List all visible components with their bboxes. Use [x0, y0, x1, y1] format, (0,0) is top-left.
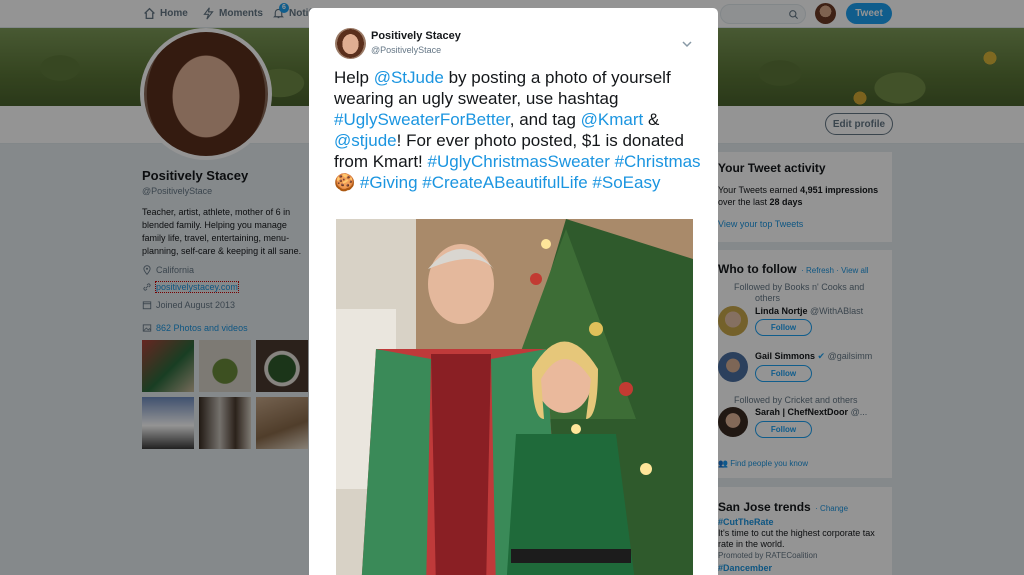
- tweet-photo[interactable]: [336, 219, 693, 575]
- tweet-author-name[interactable]: Positively Stacey: [371, 30, 461, 42]
- hashtag-link[interactable]: #UglySweaterForBetter: [334, 110, 510, 129]
- mention-link[interactable]: @StJude: [374, 68, 444, 87]
- tweet-author-handle[interactable]: @PositivelyStace: [371, 45, 441, 55]
- tweet-photo-illustration: [336, 219, 693, 575]
- tweet-text-segment: , and tag: [509, 110, 581, 129]
- tweet-text-segment: Help: [334, 68, 374, 87]
- hashtag-link[interactable]: #Giving: [360, 173, 418, 192]
- hashtag-link[interactable]: #UglyChristmasSweater: [428, 152, 610, 171]
- tweet-modal: Positively Stacey @PositivelyStace Help …: [309, 8, 718, 575]
- hashtag-link[interactable]: #Christmas: [615, 152, 701, 171]
- tweet-text: Help @StJude by posting a photo of yours…: [334, 67, 704, 193]
- mention-link[interactable]: @stjude: [334, 131, 397, 150]
- gingerbread-emoji-icon: 🍪: [334, 173, 356, 192]
- chevron-down-icon[interactable]: [681, 38, 693, 50]
- hashtag-link[interactable]: #SoEasy: [592, 173, 660, 192]
- mention-link[interactable]: @Kmart: [581, 110, 644, 129]
- tweet-text-segment: &: [643, 110, 660, 129]
- hashtag-link[interactable]: #CreateABeautifulLife: [422, 173, 587, 192]
- tweet-author-avatar[interactable]: [335, 28, 366, 59]
